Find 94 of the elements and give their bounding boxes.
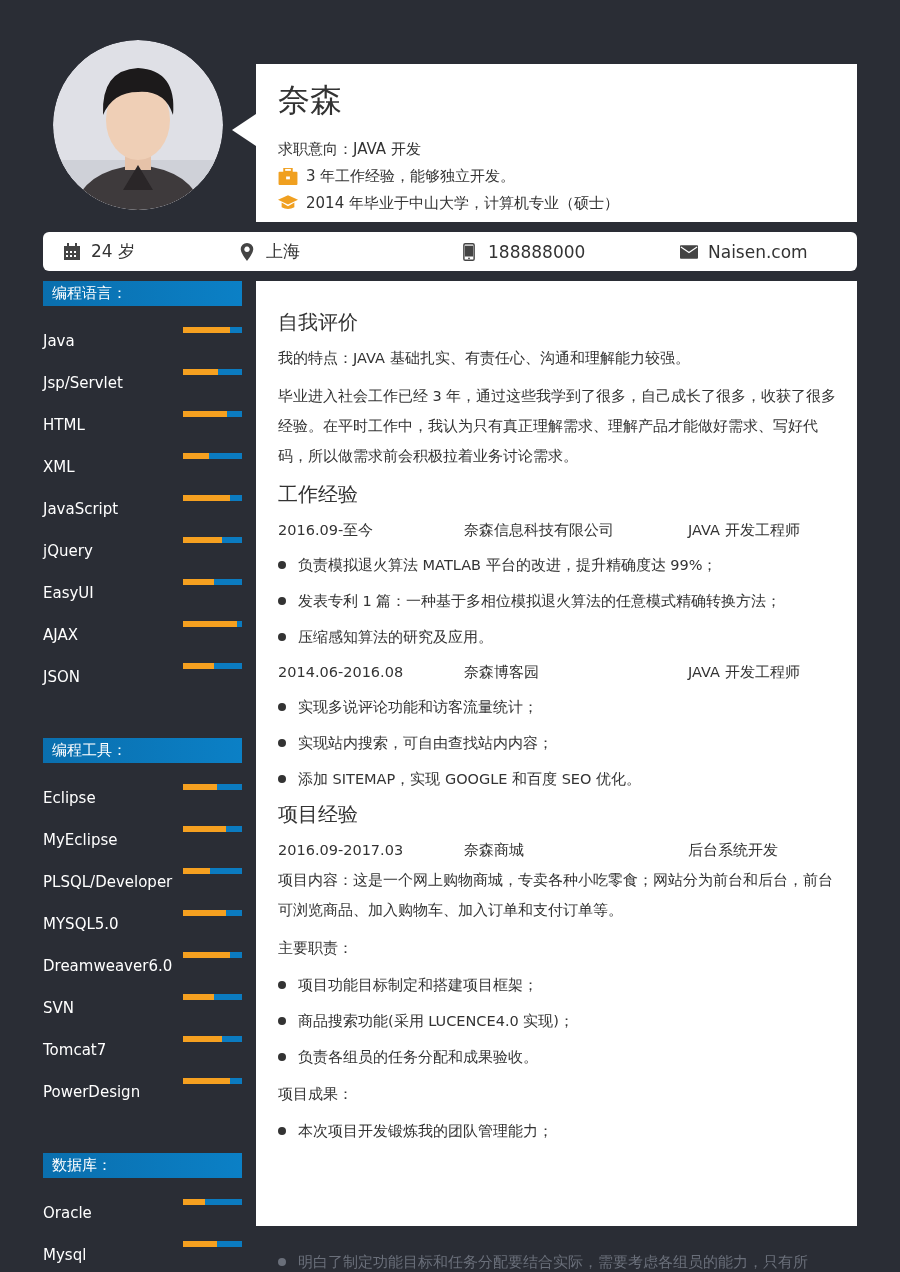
contact-text: 188888000 <box>488 241 586 262</box>
period-text: 2016.09-至今 <box>278 521 375 540</box>
skill-bar <box>183 1036 242 1042</box>
bullet-text: 实现站内搜索，可自由查找站内内容； <box>298 734 553 753</box>
skill-name: jQuery <box>43 542 93 560</box>
bullet-text: 商品搜索功能(采用 LUCENCE4.0 实现)； <box>298 1012 574 1031</box>
contact-text: 上海 <box>266 240 300 263</box>
bullet-icon <box>278 633 286 641</box>
skill-bar <box>183 537 242 543</box>
bullet-text: 负责各组员的任务分配和成果验收。 <box>298 1048 538 1067</box>
highlight-text: 2014 年毕业于中山大学，计算机专业（硕士） <box>306 193 619 214</box>
skill-bar <box>183 1078 242 1084</box>
bullet-icon <box>278 739 286 747</box>
period-text: 2014.06-2016.08 <box>278 663 405 682</box>
skill-name: JavaScript <box>43 500 119 518</box>
contact-text: 24 岁 <box>91 240 136 263</box>
skill-bar <box>183 495 242 501</box>
project-name: 奈森商城 <box>464 841 525 860</box>
skill-name: Jsp/Servlet <box>43 374 123 392</box>
skill-bar <box>183 369 242 375</box>
skill-bar <box>183 994 242 1000</box>
role-text: JAVA 开发工程师 <box>688 521 800 540</box>
skill-name: Java <box>43 332 75 350</box>
paragraph: 我的特点：JAVA 基础扎实、有责任心、沟通和理解能力较强。 <box>278 349 691 368</box>
company-text: 奈森信息科技有限公司 <box>464 521 615 540</box>
bullet-text: 压缩感知算法的研究及应用。 <box>298 628 493 647</box>
section-header: 编程工具： <box>43 738 242 763</box>
skill-bar <box>183 784 242 790</box>
highlight-text: 3 年工作经验，能够独立开发。 <box>306 166 516 187</box>
bullet-text: 发表专利 1 篇：一种基于多相位模拟退火算法的任意模式精确转换方法； <box>298 592 782 611</box>
skill-bar <box>183 1241 242 1247</box>
graduation-cap-icon <box>278 195 298 212</box>
contact-text: Naisen.com <box>708 241 808 262</box>
skill-bar <box>183 411 242 417</box>
briefcase-icon <box>278 168 298 185</box>
phone-icon <box>460 242 478 261</box>
skill-bar <box>183 910 242 916</box>
skill-bar <box>183 579 242 585</box>
bullet-icon <box>278 561 286 569</box>
subheading: 主要职责： <box>278 939 354 958</box>
period-text: 2016.09-2017.03 <box>278 841 405 860</box>
bullet-icon <box>278 1017 286 1025</box>
bullet-text: 实现多说评论功能和访客流量统计； <box>298 698 538 717</box>
skill-name: PowerDesign <box>43 1083 141 1101</box>
name-title: 奈森 <box>278 80 343 121</box>
skill-name: MYSQL5.0 <box>43 915 119 933</box>
skill-name: SVN <box>43 999 74 1017</box>
skill-name: JSON <box>43 668 80 686</box>
skill-bar <box>183 952 242 958</box>
section-header: 编程语言： <box>43 281 242 306</box>
section-title: 自我评价 <box>278 309 359 336</box>
skill-name: XML <box>43 458 75 476</box>
section-header: 数据库： <box>43 1153 242 1178</box>
envelope-icon <box>680 242 698 261</box>
bullet-text: 负责模拟退火算法 MATLAB 平台的改进，提升精确度达 99%； <box>298 556 718 575</box>
skill-name: Tomcat7 <box>43 1041 107 1059</box>
skill-name: HTML <box>43 416 85 434</box>
paragraph: 项目内容：这是一个网上购物商城，专卖各种小吃零食；网站分为前台和后台，前台可浏览商品、加入购物车、加入订单和支付订单等。 <box>278 871 834 920</box>
skill-name: Oracle <box>43 1204 92 1222</box>
skill-name: EasyUI <box>43 584 94 602</box>
location-pin-icon <box>238 242 256 261</box>
bullet-icon <box>278 1127 286 1135</box>
section-title: 工作经验 <box>278 481 359 508</box>
bullet-icon <box>278 981 286 989</box>
skill-bar <box>183 327 242 333</box>
job-intent: 求职意向：JAVA 开发 <box>278 139 422 160</box>
skill-name: Mysql <box>43 1246 87 1264</box>
skill-bar <box>183 621 242 627</box>
bullet-text: 添加 SITEMAP，实现 GOOGLE 和百度 SEO 优化。 <box>298 770 642 789</box>
company-text: 奈森博客园 <box>464 663 540 682</box>
bullet-text: 明白了制定功能目标和任务分配要结合实际，需要考虑各组员的能力，只有所 <box>298 1253 808 1272</box>
skill-bar <box>183 453 242 459</box>
skill-bar <box>183 868 242 874</box>
bullet-icon <box>278 1258 286 1266</box>
skill-name: MyEclipse <box>43 831 118 849</box>
bullet-text: 项目功能目标制定和搭建项目框架； <box>298 976 538 995</box>
skill-bar <box>183 663 242 669</box>
bullet-icon <box>278 703 286 711</box>
skill-bar <box>183 826 242 832</box>
role-text: 后台系统开发 <box>688 841 778 860</box>
role-text: JAVA 开发工程师 <box>688 663 800 682</box>
subheading: 项目成果： <box>278 1085 354 1104</box>
bullet-icon <box>278 775 286 783</box>
skill-name: Eclipse <box>43 789 96 807</box>
skill-bar <box>183 1199 242 1205</box>
bullet-icon <box>278 597 286 605</box>
skill-name: AJAX <box>43 626 78 644</box>
skill-name: Dreamweaver6.0 <box>43 957 173 975</box>
skill-name: PLSQL/Developer <box>43 873 173 891</box>
bullet-icon <box>278 1053 286 1061</box>
paragraph: 毕业进入社会工作已经 3 年，通过这些我学到了很多，自己成长了很多，收获了很多经验。在平时工作中，我认为只有真正理解需求、理解产品才能做好需求、写好代码，所以做需求前会积极拉着业务讨论需求。 <box>278 387 837 466</box>
calendar-icon <box>63 242 81 261</box>
bullet-text: 本次项目开发锻炼我的团队管理能力； <box>298 1122 553 1141</box>
section-title: 项目经验 <box>278 801 359 828</box>
